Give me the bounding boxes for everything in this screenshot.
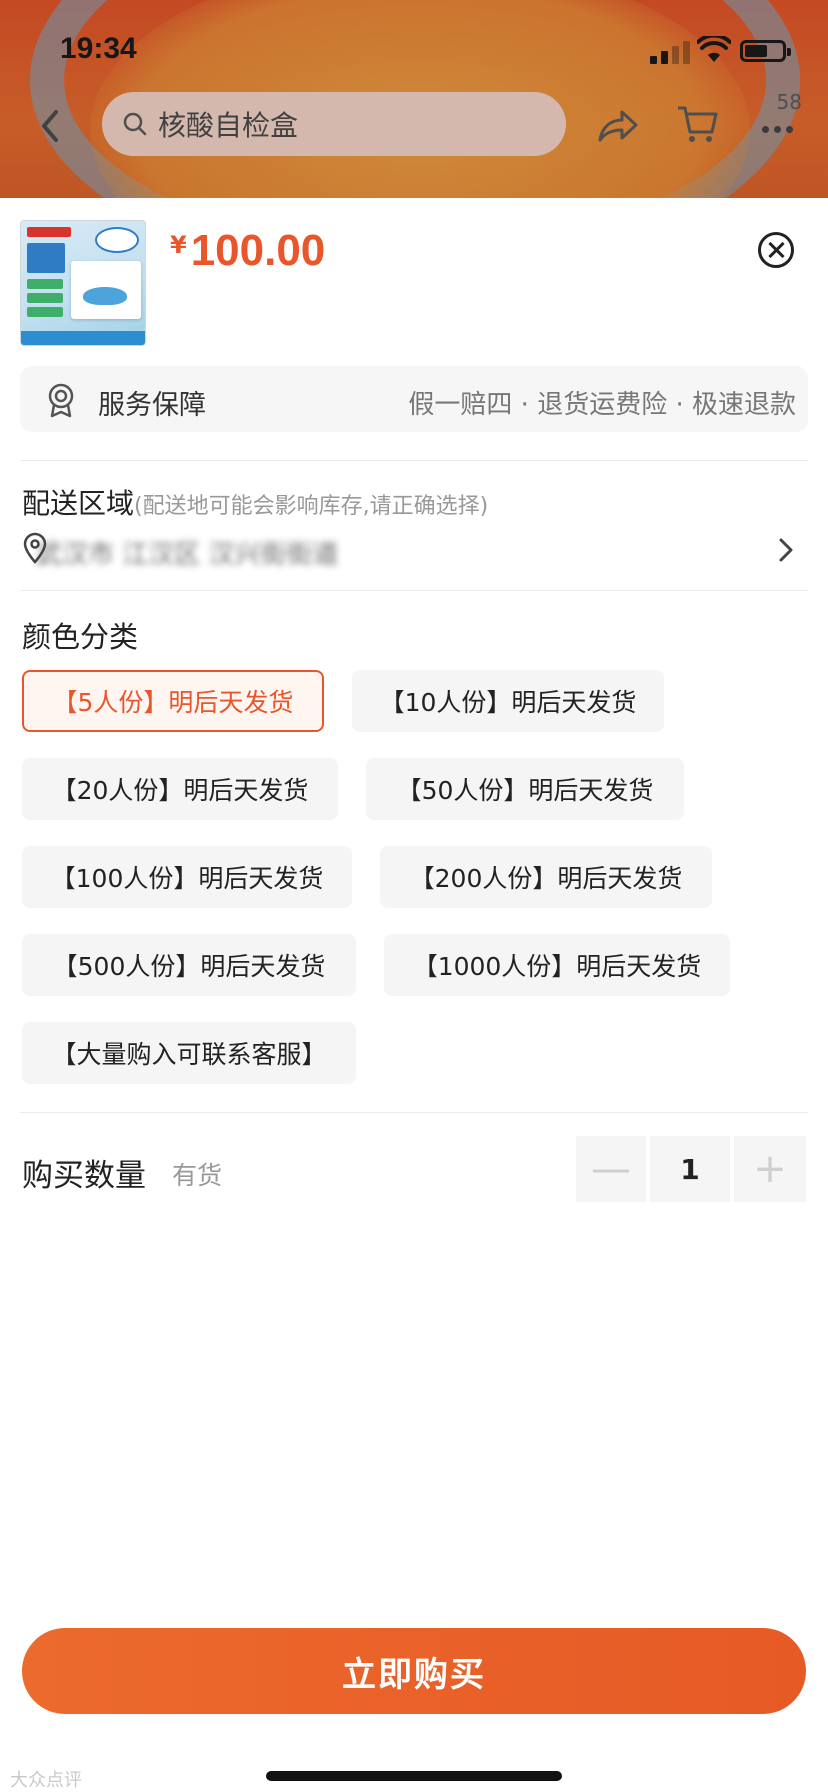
sku-option-10[interactable]: 【10人份】明后天发货: [352, 670, 664, 732]
chevron-right-icon[interactable]: [776, 536, 796, 564]
quantity-label: 购买数量: [22, 1158, 146, 1194]
background-page: 19:34 核酸自检盒 58: [0, 0, 828, 200]
product-thumbnail[interactable]: [20, 220, 146, 346]
currency-symbol: ¥: [170, 231, 187, 259]
stock-status: 有货: [172, 1161, 223, 1190]
sku-option-200[interactable]: 【200人份】明后天发货: [380, 846, 712, 908]
divider: [20, 590, 808, 591]
home-indicator[interactable]: [266, 1771, 562, 1781]
service-detail: 假一赔四 · 退货运费险 · 极速退款: [408, 390, 796, 420]
buy-now-button[interactable]: 立即购买: [22, 1628, 806, 1714]
quantity-increase-button[interactable]: +: [734, 1136, 806, 1202]
product-price: ¥100.00: [170, 226, 325, 276]
badge-icon: [48, 383, 74, 418]
overlay-scrim[interactable]: [0, 0, 828, 200]
sku-selection-sheet: ¥100.00 服务保障 假一赔四 · 退货运费险 · 极速退款 配送区域(配送…: [0, 198, 828, 1792]
sku-option-1000[interactable]: 【1000人份】明后天发货: [384, 934, 730, 996]
sku-option-500[interactable]: 【500人份】明后天发货: [22, 934, 356, 996]
delivery-area-title: 配送区域(配送地可能会影响库存,请正确选择): [22, 482, 488, 522]
sku-option-100[interactable]: 【100人份】明后天发货: [22, 846, 352, 908]
delivery-title-text: 配送区域: [22, 487, 135, 520]
divider: [20, 1112, 808, 1113]
quantity-value[interactable]: 1: [650, 1136, 730, 1202]
price-value: 100.00: [190, 226, 326, 275]
watermark: 大众点评: [10, 1770, 82, 1791]
divider: [20, 460, 808, 461]
sku-option-5[interactable]: 【5人份】明后天发货: [22, 670, 324, 732]
delivery-hint: (配送地可能会影响库存,请正确选择): [134, 494, 489, 519]
quantity-decrease-button[interactable]: —: [576, 1136, 646, 1202]
service-label: 服务保障: [98, 390, 206, 421]
color-category-title: 颜色分类: [22, 620, 139, 654]
delivery-address[interactable]: 武汉市 江汉区 汉兴街街道: [36, 534, 339, 571]
sku-option-50[interactable]: 【50人份】明后天发货: [366, 758, 684, 820]
service-guarantee-bar[interactable]: 服务保障 假一赔四 · 退货运费险 · 极速退款: [20, 366, 808, 432]
close-icon[interactable]: [758, 232, 794, 268]
sku-option-20[interactable]: 【20人份】明后天发货: [22, 758, 338, 820]
sku-option-contact-service[interactable]: 【大量购入可联系客服】: [22, 1022, 356, 1084]
